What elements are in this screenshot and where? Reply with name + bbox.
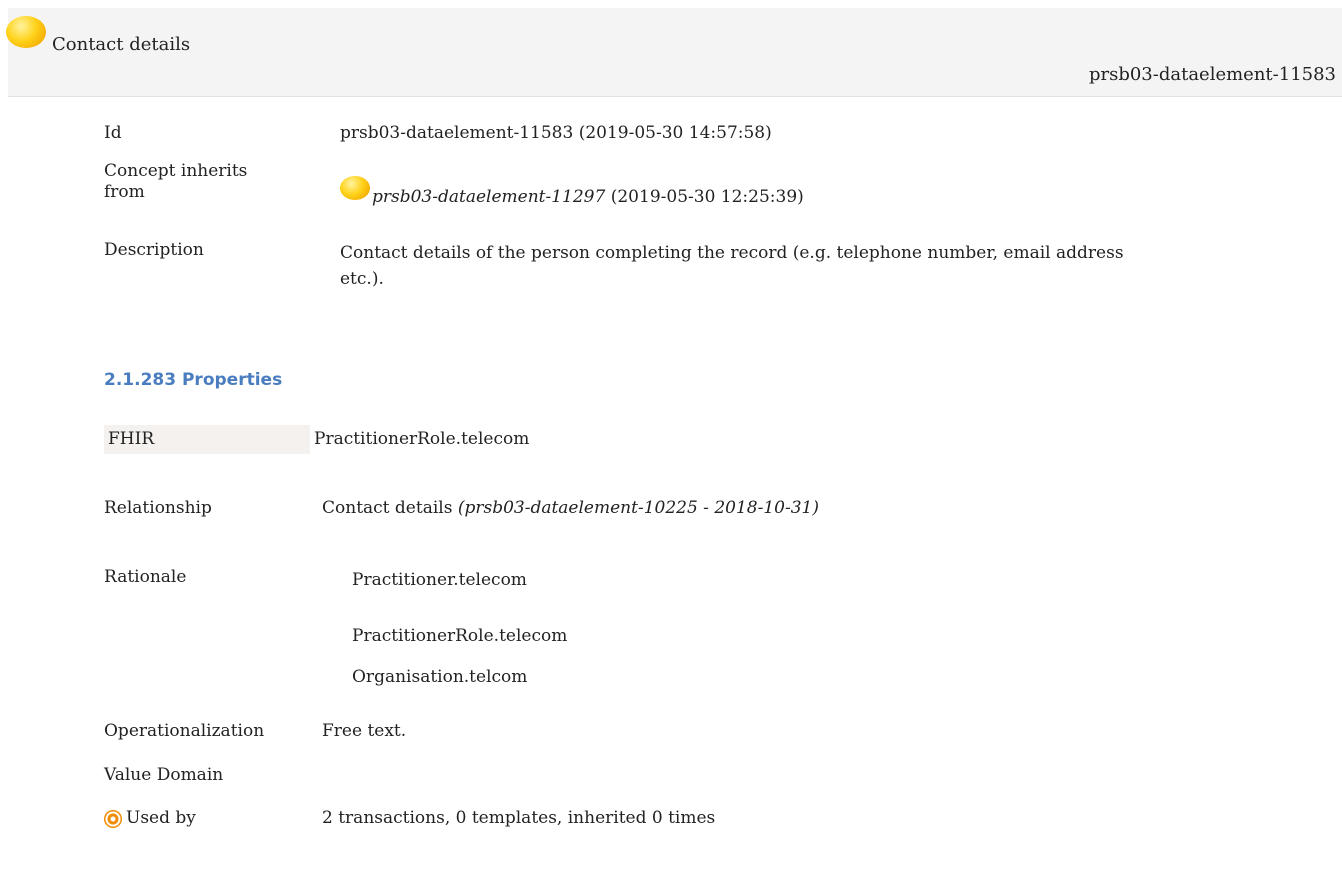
rationale-line-3: Organisation.telcom <box>352 667 528 687</box>
used-by-label: Used by <box>126 808 196 828</box>
concept-id: prsb03-dataelement-11583 <box>1088 64 1336 85</box>
inherits-value: prsb03-dataelement-11297 (2019-05-30 12:… <box>340 176 804 207</box>
inherits-label-line1: Concept inherits <box>104 161 248 181</box>
operationalization-label: Operationalization <box>104 721 265 741</box>
target-icon <box>104 810 122 828</box>
id-label: Id <box>104 123 122 143</box>
inherited-concept-status-icon <box>340 176 370 206</box>
concept-title: Contact details <box>52 34 191 55</box>
fhir-value: PractitionerRole.telecom <box>314 429 530 449</box>
rationale-label: Rationale <box>104 567 187 587</box>
description-value: Contact details of the person completing… <box>340 240 1124 292</box>
description-line1: Contact details of the person completing… <box>340 243 1124 263</box>
value-domain-label: Value Domain <box>104 765 224 785</box>
inherits-date: (2019-05-30 12:25:39) <box>610 187 804 207</box>
rationale-line-1: Practitioner.telecom <box>352 570 527 590</box>
used-by-value: 2 transactions, 0 templates, inherited 0… <box>322 808 716 828</box>
relationship-label: Relationship <box>104 498 212 518</box>
inherits-link[interactable]: prsb03-dataelement-11297 <box>372 187 605 207</box>
properties-section-title: 2.1.283 Properties <box>104 370 283 390</box>
fhir-label: FHIR <box>104 425 310 454</box>
inherits-label-line2: from <box>104 182 145 202</box>
description-label: Description <box>104 240 204 260</box>
id-value: prsb03-dataelement-11583 (2019-05-30 14:… <box>340 123 772 143</box>
relationship-value: Contact details (prsb03-dataelement-1022… <box>322 498 819 518</box>
relationship-ref: (prsb03-dataelement-10225 - 2018-10-31) <box>457 498 819 518</box>
concept-header: Contact details prsb03-dataelement-11583 <box>6 8 1342 97</box>
concept-status-icon <box>6 16 46 48</box>
inherits-label: Concept inherits from <box>104 161 247 203</box>
operationalization-value: Free text. <box>322 721 407 741</box>
rationale-line-2: PractitionerRole.telecom <box>352 626 568 646</box>
description-line2: etc.). <box>340 269 384 289</box>
relationship-name: Contact details <box>322 498 453 518</box>
